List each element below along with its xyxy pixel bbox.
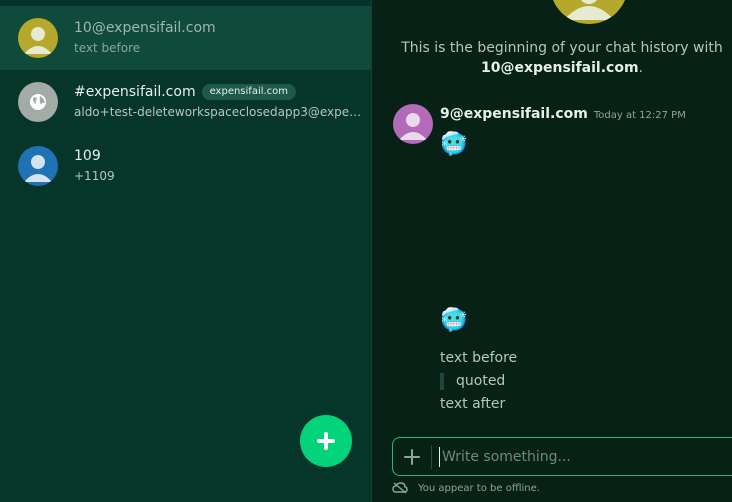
chat-intro-name-line: 10@expensifail.com. [372, 58, 732, 78]
offline-indicator: You appear to be offline. [392, 482, 540, 494]
chat-row-title: 109 [74, 148, 101, 164]
chat-row-title: #expensifail.com expensifail.com [74, 83, 364, 101]
attachment-button[interactable] [402, 447, 422, 467]
chat-intro: This is the beginning of your chat histo… [372, 38, 732, 78]
chat-row-109[interactable]: 109 +1109 [0, 134, 371, 198]
chat-row-expensifail[interactable]: #expensifail.com expensifail.com aldo+te… [0, 70, 371, 134]
compose-input[interactable] [439, 447, 732, 467]
plus-icon [317, 432, 335, 450]
offline-text: You appear to be offline. [418, 482, 540, 494]
sidebar: 10@expensifail.com text before #expensif… [0, 0, 372, 502]
chat-row-10[interactable]: 10@expensifail.com text before [0, 6, 371, 70]
message-emoji: 🥶 [440, 308, 468, 333]
chat-intro-text: This is the beginning of your chat histo… [401, 40, 723, 56]
avatar [18, 82, 58, 122]
message-text-after: text after [440, 396, 506, 412]
chat-row-subtitle: +1109 [74, 169, 115, 183]
message-quote: quoted [456, 373, 506, 389]
message-timestamp: Today at 12:27 PM [593, 110, 686, 121]
default-avatar-icon [18, 146, 58, 186]
default-avatar-icon [550, 0, 628, 24]
plus-icon [404, 449, 420, 465]
chat-intro-suffix: . [638, 60, 644, 76]
message-emoji: 🥶 [440, 132, 468, 157]
chat-row-title-text: #expensifail.com [74, 84, 196, 100]
app-window: 10@expensifail.com text before #expensif… [0, 0, 732, 502]
chat-panel: This is the beginning of your chat histo… [372, 0, 732, 502]
default-avatar-icon [393, 104, 433, 144]
message-author[interactable]: 9@expensifail.com [440, 106, 588, 122]
default-avatar-icon [18, 18, 58, 58]
composer [392, 437, 732, 476]
chat-row-title: 10@expensifail.com [74, 20, 216, 36]
chat-row-text: 10@expensifail.com text before [74, 19, 364, 57]
chat-intro-name: 10@expensifail.com [480, 60, 639, 76]
message-header: 9@expensifail.com Today at 12:27 PM [440, 106, 686, 122]
chat-row-text: 109 +1109 [74, 147, 364, 185]
chat-row-subtitle: aldo+test-deleteworkspaceclosedapp3@expe… [74, 105, 364, 119]
message-text-before: text before [440, 350, 518, 366]
new-chat-button[interactable] [300, 415, 352, 467]
cloud-offline-icon [392, 482, 408, 494]
workspace-badge: expensifail.com [201, 84, 297, 100]
avatar [18, 146, 58, 186]
chat-row-subtitle: text before [74, 41, 141, 55]
chat-row-text: #expensifail.com expensifail.com aldo+te… [74, 83, 364, 121]
composer-divider [431, 445, 432, 469]
chat-header-avatar [550, 0, 628, 24]
quote-bar [440, 373, 444, 390]
avatar [18, 18, 58, 58]
message-avatar[interactable] [393, 104, 433, 144]
globe-icon [18, 82, 58, 122]
